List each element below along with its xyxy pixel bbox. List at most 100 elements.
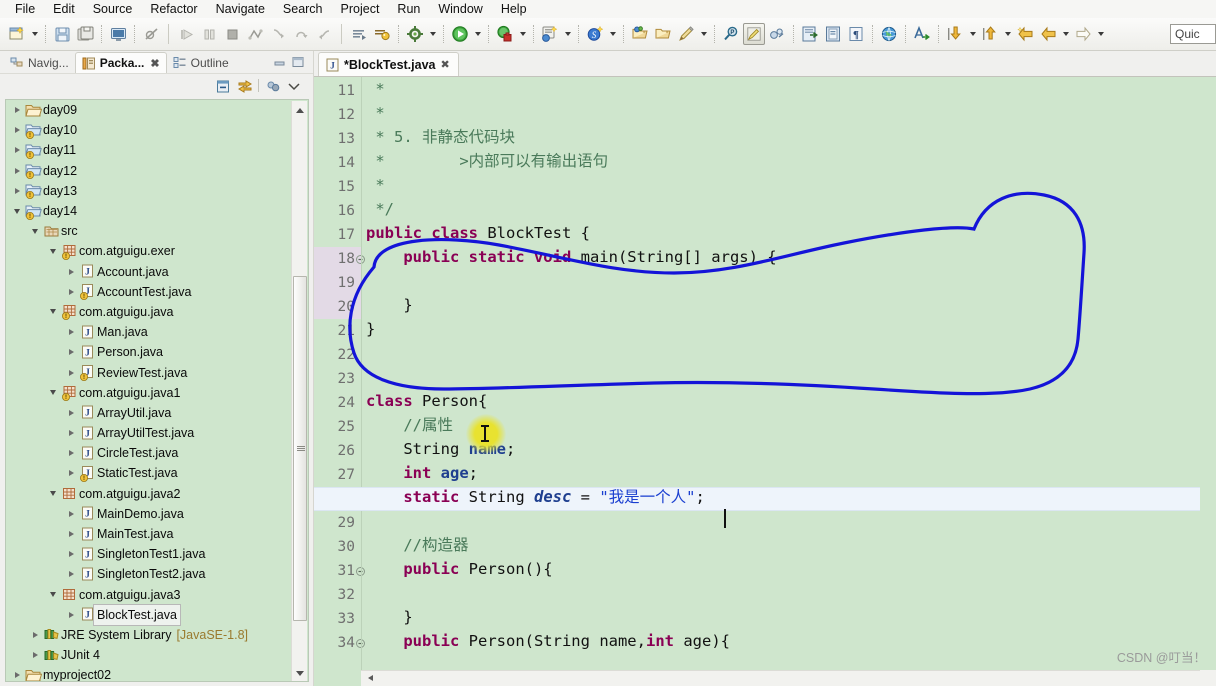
menu-item-file[interactable]: File: [6, 0, 44, 18]
chevron-down-icon[interactable]: [10, 208, 24, 214]
tree-item-com-atguigu-exer[interactable]: ! com.atguigu.exer: [6, 241, 292, 261]
debug-dropdown[interactable]: [517, 23, 528, 45]
chevron-right-icon[interactable]: [28, 631, 42, 638]
tree-item-singletontest2-java[interactable]: J SingletonTest2.java: [6, 564, 292, 584]
chevron-right-icon[interactable]: [64, 430, 78, 437]
back-yellow-icon[interactable]: [1014, 23, 1036, 45]
code-line[interactable]: [366, 269, 1216, 293]
code-line[interactable]: }: [366, 317, 1216, 341]
tree-item-day10[interactable]: ! day10: [6, 120, 292, 140]
menu-item-window[interactable]: Window: [429, 0, 491, 18]
tree-item-day12[interactable]: ! day12: [6, 161, 292, 181]
tree-item-myproject02[interactable]: myproject02: [6, 665, 292, 681]
view-tab-navig[interactable]: Navig...: [4, 52, 75, 73]
code-line[interactable]: static String desc = "我是一个人";: [366, 485, 1216, 509]
chevron-down-icon[interactable]: [46, 390, 60, 396]
tree-item-day09[interactable]: day09: [6, 100, 292, 120]
chevron-right-icon[interactable]: [10, 672, 24, 679]
chevron-right-icon[interactable]: [10, 147, 24, 154]
chevron-right-icon[interactable]: [64, 369, 78, 376]
chevron-right-icon[interactable]: [64, 571, 78, 578]
tree-item-account-java[interactable]: J Account.java: [6, 262, 292, 282]
view-tab-outline[interactable]: Outline: [167, 52, 235, 73]
chevron-right-icon[interactable]: [64, 409, 78, 416]
link-with-editor-icon[interactable]: [237, 79, 252, 93]
editor-horizontal-scrollbar[interactable]: [361, 670, 1200, 686]
code-line[interactable]: public static void main(String[] args) {: [366, 245, 1216, 269]
code-line[interactable]: [366, 341, 1216, 365]
tree-item-singletontest1-java[interactable]: J SingletonTest1.java: [6, 544, 292, 564]
tree-item-day11[interactable]: ! day11: [6, 140, 292, 160]
globe-icon[interactable]: [878, 23, 900, 45]
chevron-right-icon[interactable]: [10, 167, 24, 174]
new-wizard-dropdown[interactable]: [29, 23, 40, 45]
back-dropdown[interactable]: [1060, 23, 1071, 45]
code-line[interactable]: [366, 365, 1216, 389]
tree-item-accounttest-java[interactable]: J! AccountTest.java: [6, 282, 292, 302]
chevron-right-icon[interactable]: [10, 107, 24, 114]
chevron-right-icon[interactable]: [64, 349, 78, 356]
chevron-right-icon[interactable]: [64, 268, 78, 275]
tree-item-junit-4[interactable]: JUnit 4: [6, 645, 292, 665]
run-dropdown[interactable]: [472, 23, 483, 45]
debug-last-icon[interactable]: [371, 23, 393, 45]
external-tools-dropdown[interactable]: [427, 23, 438, 45]
editor-tab-blocktest[interactable]: J *BlockTest.java ✖: [318, 52, 459, 76]
tree-item-reviewtest-java[interactable]: J! ReviewTest.java: [6, 362, 292, 382]
tree-item-day14[interactable]: ! day14: [6, 201, 292, 221]
code-line[interactable]: */: [366, 197, 1216, 221]
save-icon[interactable]: [51, 23, 73, 45]
debug-icon[interactable]: [494, 23, 516, 45]
tree-scroll-thumb[interactable]: [293, 276, 307, 621]
editor-gutter[interactable]: 1112131415161718192021222324252627282930…: [314, 77, 365, 686]
view-menu-icon[interactable]: [266, 79, 280, 93]
code-line[interactable]: * 5. 非静态代码块: [366, 125, 1216, 149]
chevron-down-icon[interactable]: [46, 248, 60, 254]
tree-item-maindemo-java[interactable]: J MainDemo.java: [6, 504, 292, 524]
scroll-left-button[interactable]: [363, 672, 376, 685]
quick-access-input[interactable]: Quic: [1170, 24, 1216, 44]
chevron-right-icon[interactable]: [64, 611, 78, 618]
menu-item-project[interactable]: Project: [332, 0, 389, 18]
new-class-icon[interactable]: S: [584, 23, 606, 45]
next-edit-icon[interactable]: [979, 23, 1001, 45]
chevron-right-icon[interactable]: [10, 127, 24, 134]
tree-item-arrayutil-java[interactable]: J ArrayUtil.java: [6, 403, 292, 423]
collapse-all-icon[interactable]: [216, 79, 230, 93]
chevron-down-icon[interactable]: [46, 491, 60, 497]
chevron-right-icon[interactable]: [64, 551, 78, 558]
code-line[interactable]: int age;: [366, 461, 1216, 485]
next-annotation-icon[interactable]: [348, 23, 370, 45]
close-icon[interactable]: ✖: [150, 57, 159, 70]
chevron-right-icon[interactable]: [64, 288, 78, 295]
toggle-mark-occurrences-icon[interactable]: [743, 23, 765, 45]
tree-item-man-java[interactable]: J Man.java: [6, 322, 292, 342]
new-wizard-icon[interactable]: [6, 23, 28, 45]
code-line[interactable]: public class BlockTest {: [366, 221, 1216, 245]
code-line[interactable]: //构造器: [366, 533, 1216, 557]
tree-item-com-atguigu-java3[interactable]: com.atguigu.java3: [6, 585, 292, 605]
code-line[interactable]: *: [366, 77, 1216, 101]
tree-item-blocktest-java[interactable]: J BlockTest.java: [6, 603, 292, 626]
open-editor-icon[interactable]: [799, 23, 821, 45]
chevron-right-icon[interactable]: [64, 531, 78, 538]
code-line[interactable]: class Person{: [366, 389, 1216, 413]
chevron-right-icon[interactable]: [64, 510, 78, 517]
maximize-icon[interactable]: [291, 55, 305, 69]
tree-vertical-scrollbar[interactable]: [291, 101, 307, 681]
tree-item-arrayutiltest-java[interactable]: J ArrayUtilTest.java: [6, 423, 292, 443]
link-icon[interactable]: [766, 23, 788, 45]
book-icon[interactable]: [822, 23, 844, 45]
code-line[interactable]: *: [366, 101, 1216, 125]
code-text[interactable]: * * * 5. 非静态代码块 * >内部可以有输出语句 * */ public …: [366, 77, 1216, 686]
view-tab-packa[interactable]: Packa... ✖: [74, 52, 167, 73]
run-icon[interactable]: [449, 23, 471, 45]
menu-item-source[interactable]: Source: [84, 0, 142, 18]
tree-item-com-atguigu-java[interactable]: ! com.atguigu.java: [6, 302, 292, 322]
menu-item-edit[interactable]: Edit: [44, 0, 84, 18]
code-line[interactable]: *: [366, 173, 1216, 197]
tree-item-statictest-java[interactable]: J! StaticTest.java: [6, 463, 292, 483]
menu-item-navigate[interactable]: Navigate: [207, 0, 274, 18]
scroll-down-button[interactable]: [293, 666, 307, 680]
minimize-icon[interactable]: [273, 55, 287, 69]
